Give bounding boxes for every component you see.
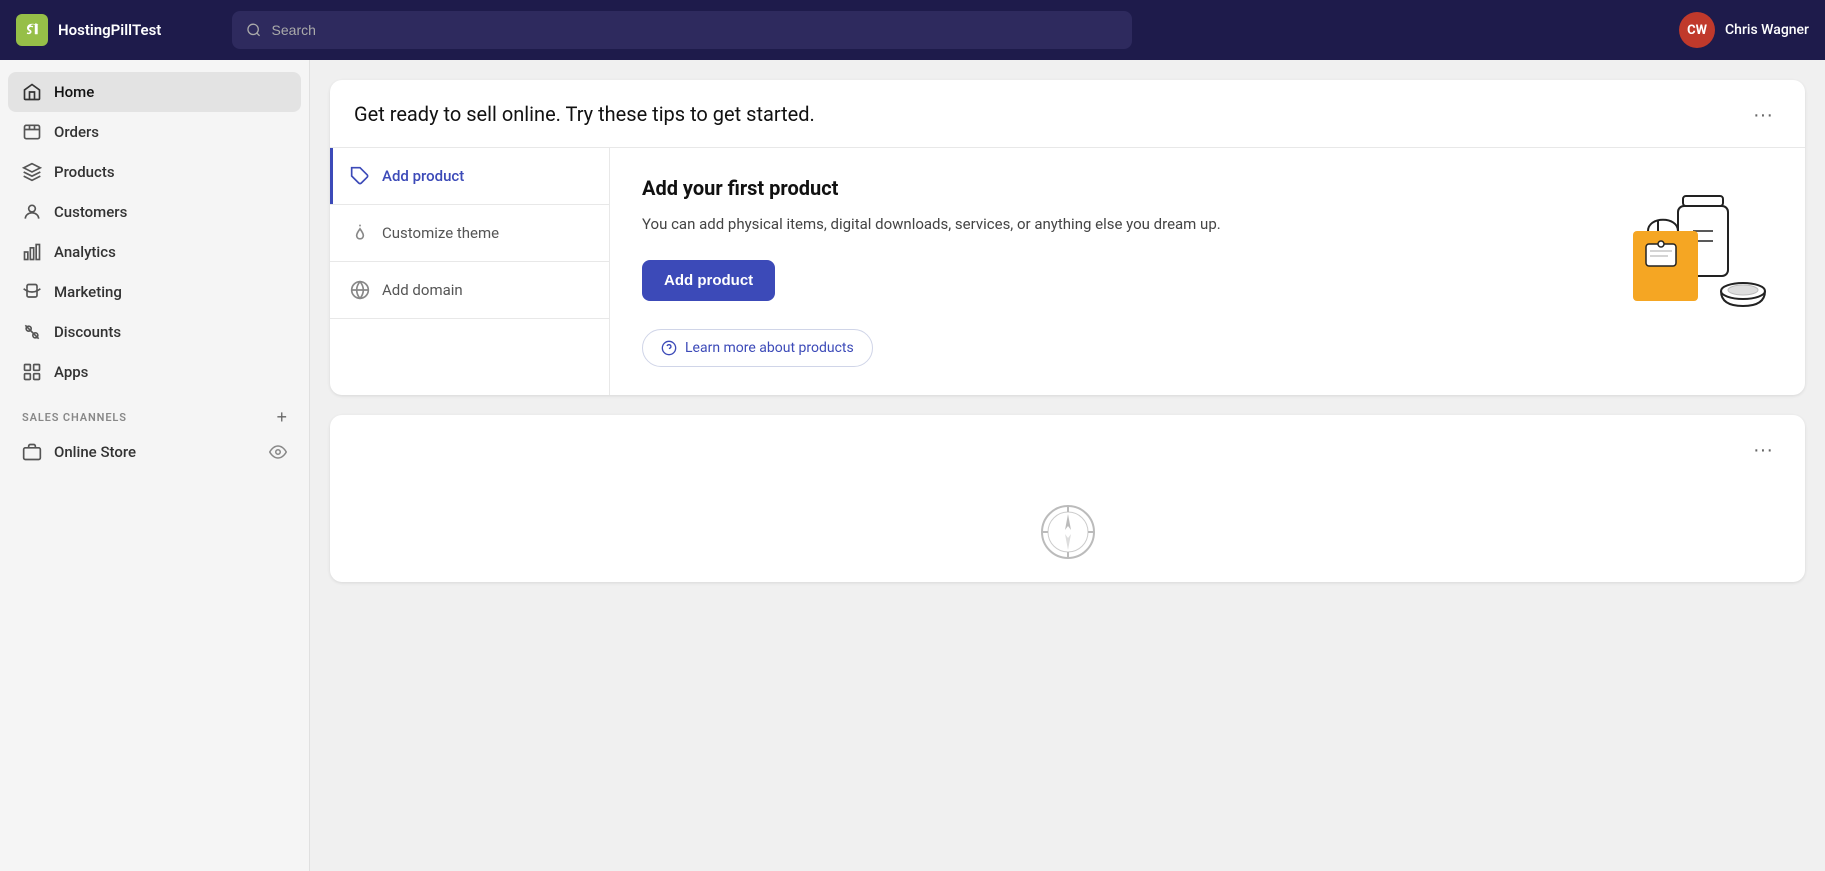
tip-detail-desc: You can add physical items, digital down… xyxy=(642,212,1593,236)
sidebar-item-orders[interactable]: Orders xyxy=(8,112,301,152)
online-store-left: Online Store xyxy=(22,442,136,462)
card-more-button[interactable]: ··· xyxy=(1745,100,1781,131)
help-circle-icon xyxy=(661,340,677,356)
online-store-icon xyxy=(22,442,42,462)
getting-started-card: Get ready to sell online. Try these tips… xyxy=(330,80,1805,395)
sidebar-label-marketing: Marketing xyxy=(54,283,122,301)
main-content: Get ready to sell online. Try these tips… xyxy=(310,60,1825,871)
search-bar[interactable] xyxy=(232,11,1132,49)
sidebar-item-analytics[interactable]: Analytics xyxy=(8,232,301,272)
products-icon xyxy=(22,162,42,182)
tip-detail-content: Add your first product You can add physi… xyxy=(642,176,1593,367)
tips-layout: Add product Customize theme xyxy=(330,147,1805,395)
sidebar-item-marketing[interactable]: Marketing xyxy=(8,272,301,312)
tip-item-add-domain[interactable]: Add domain xyxy=(330,262,609,319)
sidebar-label-discounts: Discounts xyxy=(54,323,121,341)
add-sales-channel-button[interactable]: + xyxy=(276,408,287,426)
card2-header: ··· xyxy=(330,415,1805,482)
product-illustration xyxy=(1613,176,1773,336)
sidebar-label-analytics: Analytics xyxy=(54,243,116,261)
brand[interactable]: HostingPillTest xyxy=(16,14,216,46)
sales-channels-label: SALES CHANNELS xyxy=(22,411,127,424)
sidebar-item-home[interactable]: Home xyxy=(8,72,301,112)
brand-name: HostingPillTest xyxy=(58,21,161,39)
sidebar-label-products: Products xyxy=(54,163,115,181)
card2-more-button[interactable]: ··· xyxy=(1745,435,1781,466)
globe-icon xyxy=(350,280,370,300)
marketing-icon xyxy=(22,282,42,302)
apps-icon xyxy=(22,362,42,382)
discounts-icon xyxy=(22,322,42,342)
tip-detail-title: Add your first product xyxy=(642,176,1593,200)
search-input[interactable] xyxy=(272,22,1118,38)
tag-icon xyxy=(350,166,370,186)
card-header: Get ready to sell online. Try these tips… xyxy=(330,80,1805,147)
shopify-icon xyxy=(16,14,48,46)
home-icon xyxy=(22,82,42,102)
learn-more-label: Learn more about products xyxy=(685,340,854,356)
sidebar-label-orders: Orders xyxy=(54,123,99,141)
learn-more-button[interactable]: Learn more about products xyxy=(642,329,873,367)
top-nav: HostingPillTest CW Chris Wagner xyxy=(0,0,1825,60)
orders-icon xyxy=(22,122,42,142)
tip-detail: Add your first product You can add physi… xyxy=(610,148,1805,395)
sidebar: Home Orders Products Customers xyxy=(0,60,310,871)
user-area: CW Chris Wagner xyxy=(1679,12,1809,48)
product-image xyxy=(1618,176,1768,336)
tip-label-customize-theme: Customize theme xyxy=(382,224,499,242)
sidebar-item-discounts[interactable]: Discounts xyxy=(8,312,301,352)
tip-item-customize-theme[interactable]: Customize theme xyxy=(330,205,609,262)
second-card: ··· xyxy=(330,415,1805,582)
sidebar-item-customers[interactable]: Customers xyxy=(8,192,301,232)
compass-icon xyxy=(1038,502,1098,562)
brush-icon xyxy=(350,223,370,243)
user-name: Chris Wagner xyxy=(1725,22,1809,38)
online-store-label: Online Store xyxy=(54,443,136,461)
customers-icon xyxy=(22,202,42,222)
sidebar-label-customers: Customers xyxy=(54,203,127,221)
add-product-button[interactable]: Add product xyxy=(642,260,775,301)
sidebar-item-apps[interactable]: Apps xyxy=(8,352,301,392)
sales-channels-section: SALES CHANNELS + xyxy=(8,392,301,432)
sidebar-item-products[interactable]: Products xyxy=(8,152,301,192)
sidebar-label-apps: Apps xyxy=(54,363,88,381)
tip-item-add-product[interactable]: Add product xyxy=(330,148,609,205)
sidebar-item-online-store[interactable]: Online Store xyxy=(8,432,301,472)
avatar: CW xyxy=(1679,12,1715,48)
tips-list: Add product Customize theme xyxy=(330,148,610,395)
tip-label-add-product: Add product xyxy=(382,167,464,185)
card-title: Get ready to sell online. Try these tips… xyxy=(354,100,815,128)
card2-body xyxy=(330,482,1805,582)
tip-label-add-domain: Add domain xyxy=(382,281,463,299)
layout: Home Orders Products Customers xyxy=(0,60,1825,871)
search-icon xyxy=(246,22,262,38)
sidebar-label-home: Home xyxy=(54,83,94,101)
analytics-icon xyxy=(22,242,42,262)
eye-icon xyxy=(269,443,287,461)
